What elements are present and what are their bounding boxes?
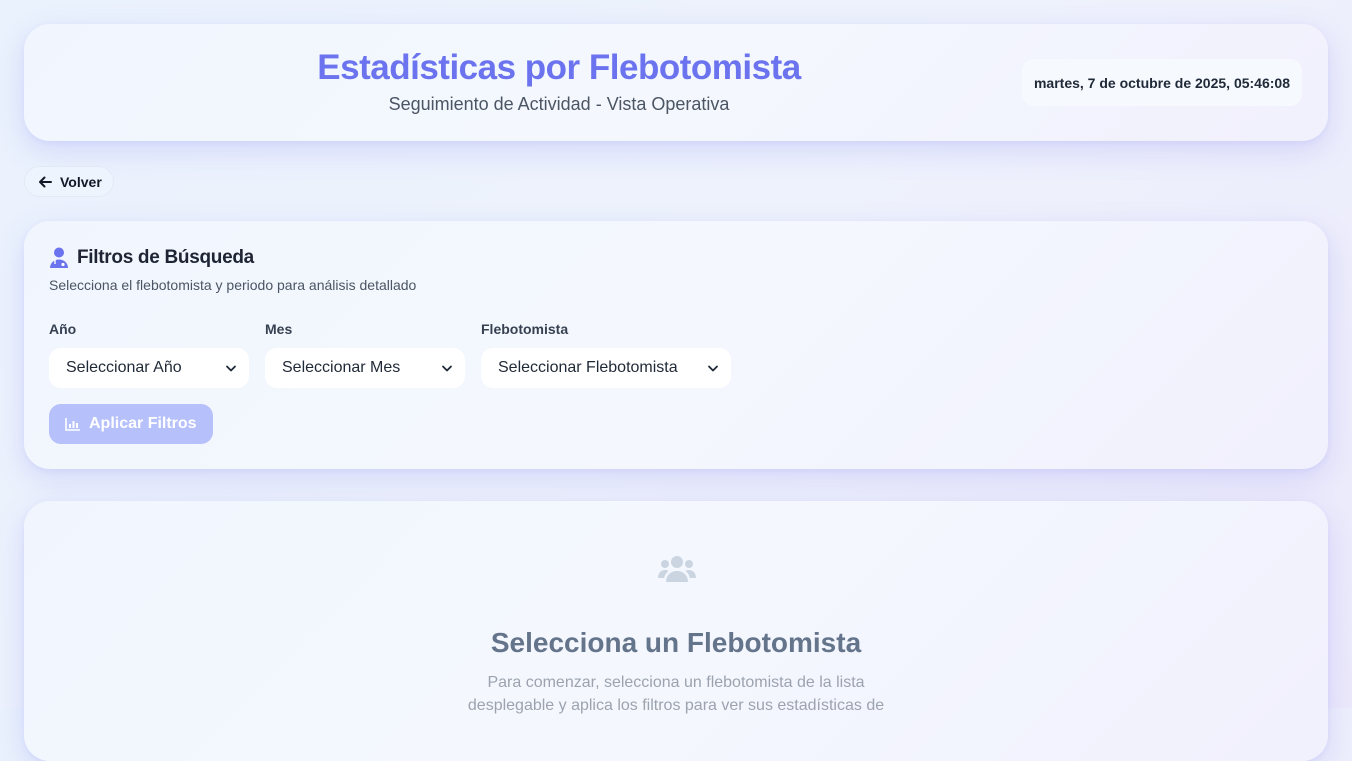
page-title: Estadísticas por Flebotomista — [317, 48, 801, 87]
year-field: Año Seleccionar Año — [49, 321, 249, 388]
chevron-down-icon — [226, 365, 236, 372]
month-label: Mes — [265, 321, 293, 337]
year-select-value: Seleccionar Año — [66, 359, 182, 376]
header-card: Estadísticas por Flebotomista Seguimient… — [24, 24, 1328, 141]
back-button-label: Volver — [60, 173, 102, 190]
year-label: Año — [49, 321, 77, 337]
month-select[interactable]: Seleccionar Mes — [265, 348, 465, 388]
chevron-down-icon — [708, 365, 718, 372]
month-select-value: Seleccionar Mes — [282, 359, 401, 376]
users-icon — [658, 556, 696, 582]
datetime-badge: martes, 7 de octubre de 2025, 05:46:08 — [1021, 59, 1302, 106]
empty-state-card: Selecciona un Flebotomista Para comenzar… — [24, 501, 1328, 761]
chart-bar-icon — [65, 418, 80, 431]
filters-card: Filtros de Búsqueda Selecciona el flebot… — [24, 221, 1328, 469]
arrow-left-icon — [39, 176, 52, 187]
user-doctor-icon — [50, 247, 68, 268]
filters-description: Selecciona el flebotomista y periodo par… — [49, 277, 417, 293]
month-field: Mes Seleccionar Mes — [265, 321, 465, 388]
phlebotomist-select[interactable]: Seleccionar Flebotomista — [481, 348, 731, 388]
apply-filters-label: Aplicar Filtros — [89, 415, 197, 432]
back-button[interactable]: Volver — [24, 166, 114, 197]
year-select[interactable]: Seleccionar Año — [49, 348, 249, 388]
chevron-down-icon — [442, 365, 452, 372]
empty-state-text: Para comenzar, selecciona un flebotomist… — [467, 674, 885, 714]
apply-filters-button[interactable]: Aplicar Filtros — [49, 404, 213, 444]
empty-state-title: Selecciona un Flebotomista — [490, 627, 862, 658]
phlebotomist-select-value: Seleccionar Flebotomista — [498, 359, 678, 376]
filters-title: Filtros de Búsqueda — [77, 247, 254, 268]
phlebotomist-field: Flebotomista Seleccionar Flebotomista — [481, 321, 731, 388]
filters-header: Filtros de Búsqueda — [49, 247, 254, 269]
page-subtitle: Seguimiento de Actividad - Vista Operati… — [388, 94, 730, 114]
phlebotomist-label: Flebotomista — [481, 321, 569, 337]
